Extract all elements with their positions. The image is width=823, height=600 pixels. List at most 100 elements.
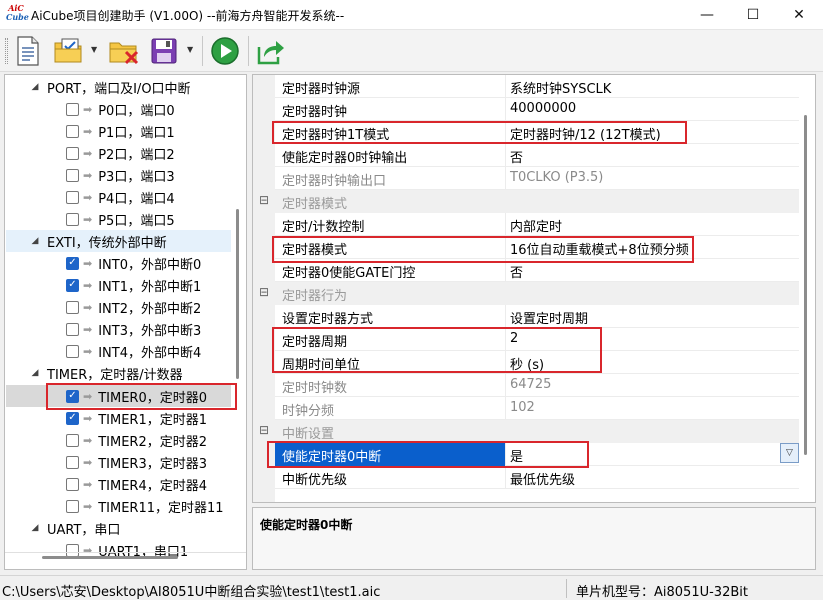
tree-item-timer0[interactable]: ✓ ➡ TIMER0，定时器0 xyxy=(66,385,207,407)
column-divider xyxy=(505,443,506,466)
checkbox[interactable] xyxy=(66,499,79,513)
tree-item-p1[interactable]: ➡ P1口，端口1 xyxy=(66,120,175,142)
checkbox[interactable] xyxy=(66,344,79,358)
property-row[interactable]: 定时器时钟 40000000 xyxy=(275,98,799,121)
property-row[interactable]: 定时器周期 2 xyxy=(275,328,799,351)
arrow-right-icon: ➡ xyxy=(83,102,93,116)
open-project-button[interactable] xyxy=(52,34,86,68)
checkbox[interactable] xyxy=(66,300,79,314)
collapse-icon[interactable]: ⊟ xyxy=(259,193,269,207)
property-row[interactable]: 定时器时钟1T模式 定时器时钟/12 (12T模式) xyxy=(275,121,799,144)
tree-item-timer11[interactable]: ➡ TIMER11，定时器11 xyxy=(66,495,224,517)
category-row[interactable]: ⊟ 定时器行为 xyxy=(253,282,799,305)
property-value[interactable]: 是 xyxy=(510,446,523,465)
expand-triangle-icon[interactable]: ◢ xyxy=(29,523,41,533)
property-row-selected[interactable]: 使能定时器0中断 是 xyxy=(275,443,799,466)
toolbar-grip[interactable] xyxy=(5,38,8,64)
peripheral-tree: ◢ PORT，端口及I/O口中断 ➡ P0口，端口0 ➡ P1口，端口1 ➡ P2口，… xyxy=(4,74,247,570)
checkbox-checked[interactable]: ✓ xyxy=(66,256,79,270)
run-button[interactable] xyxy=(208,34,242,68)
category-row[interactable]: ⊟ 定时器模式 xyxy=(253,190,799,213)
new-project-button[interactable] xyxy=(11,34,45,68)
tree-item-timer1[interactable]: ✓ ➡ TIMER1，定时器1 xyxy=(66,407,207,429)
property-row[interactable]: 定时/计数控制 内部定时 xyxy=(275,213,799,236)
tree-item-int1[interactable]: ✓ ➡ INT1，外部中断1 xyxy=(66,274,201,296)
checkbox-checked[interactable]: ✓ xyxy=(66,411,79,425)
property-value[interactable]: 否 xyxy=(510,147,523,166)
property-row-disabled: 时钟分频 102 xyxy=(275,397,799,420)
value-dropdown-button[interactable]: ▽ xyxy=(780,443,799,463)
tree-horizontal-scrollbar[interactable] xyxy=(42,556,178,559)
save-dropdown-arrow-icon[interactable]: ▼ xyxy=(187,45,193,54)
tree-item-label: P2口，端口2 xyxy=(98,147,175,163)
checkbox[interactable] xyxy=(66,102,79,116)
tree-item-label: TIMER1，定时器1 xyxy=(98,412,207,428)
tree-item-int0[interactable]: ✓ ➡ INT0，外部中断0 xyxy=(66,252,201,274)
delete-project-button[interactable] xyxy=(107,34,141,68)
open-dropdown-arrow-icon[interactable]: ▼ xyxy=(91,45,97,54)
column-divider xyxy=(505,351,506,374)
save-button[interactable] xyxy=(147,34,181,68)
collapse-icon[interactable]: ⊟ xyxy=(259,423,269,437)
collapse-icon[interactable]: ⊟ xyxy=(259,285,269,299)
checkbox[interactable] xyxy=(66,168,79,182)
property-row[interactable]: 使能定时器0时钟输出 否 xyxy=(275,144,799,167)
tree-item-p4[interactable]: ➡ P4口，端口4 xyxy=(66,186,175,208)
checkbox[interactable] xyxy=(66,190,79,204)
checkbox[interactable] xyxy=(66,322,79,336)
property-row[interactable]: 定时器0使能GATE门控 否 xyxy=(275,259,799,282)
property-row[interactable]: 定时器模式 16位自动重载模式+8位预分频 xyxy=(275,236,799,259)
property-row[interactable]: 周期时间单位 秒 (s) xyxy=(275,351,799,374)
close-button[interactable]: ✕ xyxy=(776,0,822,30)
expand-triangle-icon[interactable]: ◢ xyxy=(29,82,41,92)
minimize-button[interactable]: — xyxy=(684,0,730,30)
maximize-button[interactable]: ☐ xyxy=(730,0,776,30)
property-value[interactable]: 否 xyxy=(510,262,523,281)
checkbox[interactable] xyxy=(66,433,79,447)
checkbox[interactable] xyxy=(66,146,79,160)
property-value[interactable]: 最低优先级 xyxy=(510,469,575,488)
description-title: 使能定时器0中断 xyxy=(260,518,353,532)
tree-item-label: TIMER11，定时器11 xyxy=(98,500,224,516)
property-value[interactable]: 系统时钟SYSCLK xyxy=(510,78,611,97)
checkbox-checked[interactable]: ✓ xyxy=(66,278,79,292)
property-value[interactable]: 16位自动重载模式+8位预分频 xyxy=(510,239,689,258)
tree-item-int3[interactable]: ➡ INT3，外部中断3 xyxy=(66,318,201,340)
checkbox[interactable] xyxy=(66,124,79,138)
property-name: 定时/计数控制 xyxy=(282,220,365,235)
checkbox[interactable] xyxy=(66,455,79,469)
expand-triangle-icon[interactable]: ◢ xyxy=(29,368,41,378)
property-grid-scrollbar[interactable] xyxy=(804,115,807,455)
tree-group-port[interactable]: ◢ PORT，端口及I/O口中断 xyxy=(29,76,191,98)
tree-item-p3[interactable]: ➡ P3口，端口3 xyxy=(66,164,175,186)
category-row[interactable]: ⊟ 中断设置 xyxy=(253,420,799,443)
checkbox[interactable] xyxy=(66,477,79,491)
property-value[interactable]: 内部定时 xyxy=(510,216,562,235)
tree-item-int2[interactable]: ➡ INT2，外部中断2 xyxy=(66,296,201,318)
tree-item-timer2[interactable]: ➡ TIMER2，定时器2 xyxy=(66,429,207,451)
tree-item-timer4[interactable]: ➡ TIMER4，定时器4 xyxy=(66,473,207,495)
checkbox[interactable] xyxy=(66,212,79,226)
property-value[interactable]: 2 xyxy=(510,331,518,346)
export-button[interactable] xyxy=(254,34,288,68)
property-row[interactable]: 设置定时器方式 设置定时周期 xyxy=(275,305,799,328)
tree-group-uart[interactable]: ◢ UART，串口 xyxy=(29,517,121,539)
property-value[interactable]: 设置定时周期 xyxy=(510,308,588,327)
expand-triangle-icon[interactable]: ◢ xyxy=(29,236,41,246)
property-value: 64725 xyxy=(510,377,552,392)
property-value[interactable]: 秒 (s) xyxy=(510,354,544,373)
tree-vertical-scrollbar[interactable] xyxy=(236,209,239,379)
property-row[interactable]: 定时器时钟源 系统时钟SYSCLK xyxy=(275,75,799,98)
tree-item-p5[interactable]: ➡ P5口，端口5 xyxy=(66,208,175,230)
tree-item-p0[interactable]: ➡ P0口，端口0 xyxy=(66,98,175,120)
checkbox-checked[interactable]: ✓ xyxy=(66,389,79,403)
tree-group-exti[interactable]: ◢ EXTI，传统外部中断 xyxy=(29,230,167,252)
property-value[interactable]: 40000000 xyxy=(510,101,576,116)
tree-item-p2[interactable]: ➡ P2口，端口2 xyxy=(66,142,175,164)
tree-item-timer3[interactable]: ➡ TIMER3，定时器3 xyxy=(66,451,207,473)
tree-group-timer[interactable]: ◢ TIMER，定时器/计数器 xyxy=(29,362,183,384)
property-row[interactable]: 中断优先级 最低优先级 xyxy=(275,466,799,489)
checkbox[interactable] xyxy=(66,543,79,557)
tree-item-int4[interactable]: ➡ INT4，外部中断4 xyxy=(66,340,201,362)
property-value[interactable]: 定时器时钟/12 (12T模式) xyxy=(510,124,661,143)
